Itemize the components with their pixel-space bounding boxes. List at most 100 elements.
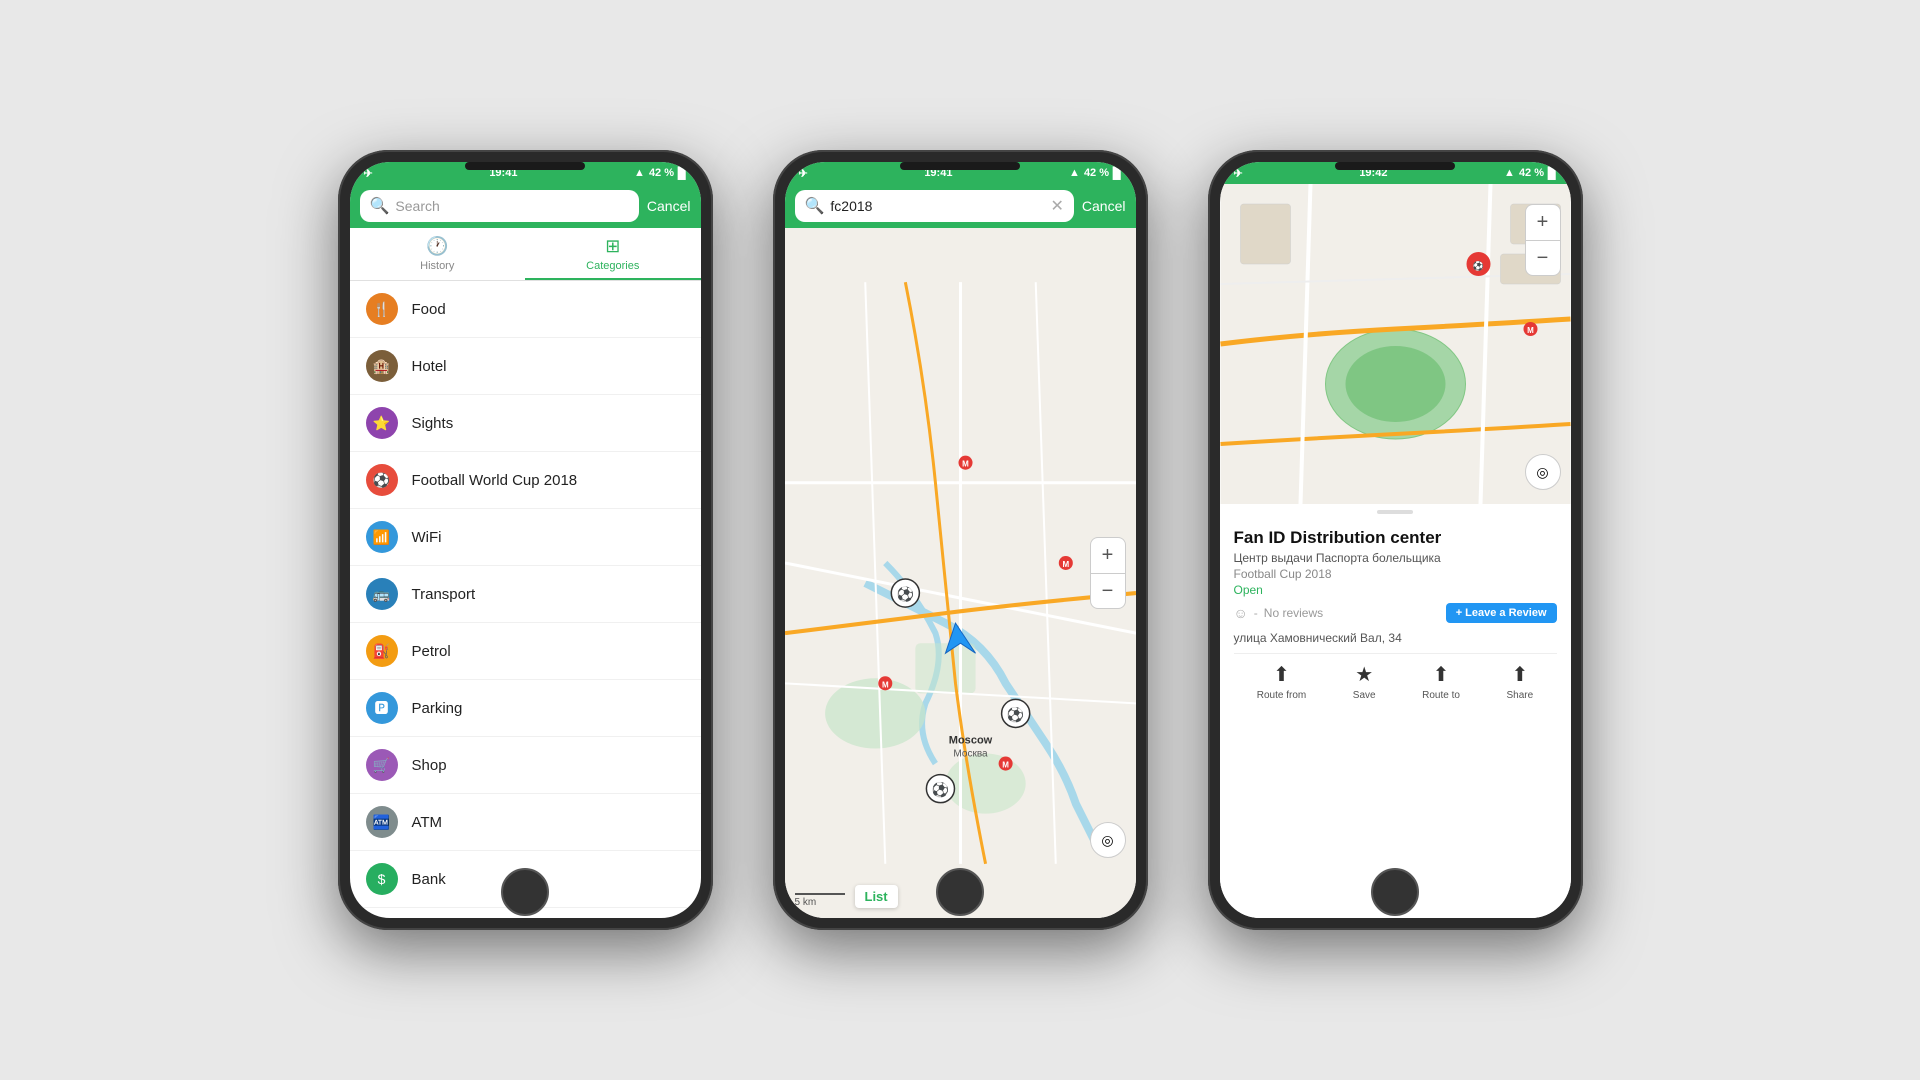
detail-map-svg-3: ⚽ M [1220,184,1571,504]
svg-text:⚽: ⚽ [1005,706,1023,723]
phone-2: ✈ 19:41 ▲ 42 % ▉ 🔍 fc2018 ✕ Cancel [773,150,1148,930]
list-item[interactable]: 🚌 Transport [350,566,701,623]
share-button-3[interactable]: ⬆ Share [1506,662,1533,701]
save-label-3: Save [1353,690,1376,701]
phone-notch-2 [900,162,1020,170]
search-input-wrap-1[interactable]: 🔍 Search [360,190,639,222]
status-battery-icon-2: ▉ [1113,167,1121,180]
football-icon: ⚽ [366,464,398,496]
list-item[interactable]: 🏨 Hotel [350,338,701,395]
detail-panel-3: Fan ID Distribution center Центр выдачи … [1220,514,1571,918]
review-text-3: No reviews [1264,606,1323,620]
sights-icon: ⭐ [366,407,398,439]
map-scale-2: 5 km [795,893,845,908]
status-right-2: ▲ 42 % ▉ [1069,167,1121,180]
locate-me-button-3[interactable]: ◎ [1525,454,1561,490]
svg-text:M: M [1002,761,1009,770]
list-item[interactable]: 📶 WiFi [350,509,701,566]
phone-notch [465,162,585,170]
status-signal-1: ▲ [634,167,645,179]
category-label-food: Food [412,301,446,318]
phone-home-button-3[interactable] [1371,868,1419,916]
detail-map-3[interactable]: ⚽ M + − ◎ [1220,184,1571,504]
detail-reviews-row-3: ☺ - No reviews + Leave a Review [1234,603,1557,623]
svg-text:Moscow: Moscow [948,734,992,746]
status-battery-icon-1: ▉ [678,167,686,180]
zoom-in-button-3[interactable]: + [1525,204,1561,240]
search-cancel-1[interactable]: Cancel [647,198,691,214]
hotel-icon: 🏨 [366,350,398,382]
locate-me-button-2[interactable]: ◎ [1090,822,1126,858]
svg-text:⚽: ⚽ [930,782,948,799]
route-to-label-3: Route to [1422,690,1460,701]
map-scale-line-2 [795,893,845,895]
map-zoom-controls-2: + − [1090,537,1126,609]
svg-text:Москва: Москва [953,749,988,760]
category-label-petrol: Petrol [412,643,451,660]
list-item[interactable]: 🛒 Shop [350,737,701,794]
tabs-row-1: 🕐 History ⊞ Categories [350,228,701,281]
list-item[interactable]: 🅿 Parking [350,680,701,737]
map-container-2[interactable]: ⚽ ⚽ ⚽ M M M M Moscow Москва [785,228,1136,918]
parking-icon: 🅿 [366,692,398,724]
tab-history-label: History [420,260,454,272]
status-battery-1: 42 % [649,167,674,179]
zoom-out-button-2[interactable]: − [1090,573,1126,609]
search-icon-1: 🔍 [370,196,390,216]
category-label-transport: Transport [412,586,476,603]
food-icon: 🍴 [366,293,398,325]
map-list-button-2[interactable]: List [855,885,898,908]
phone-2-screen: ✈ 19:41 ▲ 42 % ▉ 🔍 fc2018 ✕ Cancel [785,162,1136,918]
svg-text:M: M [1527,326,1534,335]
tab-categories[interactable]: ⊞ Categories [525,228,701,280]
route-from-button-3[interactable]: ⬆ Route from [1257,662,1306,701]
petrol-icon: ⛽ [366,635,398,667]
save-button-3[interactable]: ★ Save [1353,662,1376,701]
zoom-in-button-2[interactable]: + [1090,537,1126,573]
category-label-wifi: WiFi [412,529,442,546]
route-from-label-3: Route from [1257,690,1306,701]
detail-title-3: Fan ID Distribution center [1234,528,1557,548]
status-plane-3: ✈ [1234,167,1243,180]
phone-1-screen: ✈ 19:41 ▲ 42 % ▉ 🔍 Search Cancel 🕐 Histo… [350,162,701,918]
list-item[interactable]: ⛽ Petrol [350,623,701,680]
tab-categories-label: Categories [586,260,639,272]
list-item[interactable]: ⚽ Football World Cup 2018 [350,452,701,509]
svg-text:M: M [962,460,969,469]
detail-address-3: улица Хамовнический Вал, 34 [1234,631,1557,654]
category-label-parking: Parking [412,700,463,717]
search-cancel-2[interactable]: Cancel [1082,198,1126,214]
save-icon-3: ★ [1355,662,1373,687]
list-item[interactable]: ⭐ Sights [350,395,701,452]
route-to-icon-3: ⬆ [1433,662,1450,687]
list-item[interactable]: 🏧 ATM [350,794,701,851]
status-battery-2: 42 % [1084,167,1109,179]
route-to-button-3[interactable]: ⬆ Route to [1422,662,1460,701]
status-signal-2: ▲ [1069,167,1080,179]
phone-3: ✈ 19:42 ▲ 42 % ▉ [1208,150,1583,930]
search-clear-icon-2[interactable]: ✕ [1051,196,1064,216]
search-bar-2: 🔍 fc2018 ✕ Cancel [785,184,1136,228]
search-bar-1: 🔍 Search Cancel [350,184,701,228]
search-placeholder-1: Search [395,198,439,214]
search-value-2: fc2018 [830,198,872,214]
transport-icon: 🚌 [366,578,398,610]
phone-home-button-1[interactable] [501,868,549,916]
tab-history[interactable]: 🕐 History [350,228,526,280]
status-plane-2: ✈ [799,167,808,180]
atm-icon: 🏧 [366,806,398,838]
search-input-wrap-2[interactable]: 🔍 fc2018 ✕ [795,190,1074,222]
wifi-icon: 📶 [366,521,398,553]
detail-map-zoom-3: + − [1525,204,1561,276]
share-icon-3: ⬆ [1511,662,1528,687]
status-battery-3: 42 % [1519,167,1544,179]
leave-review-button-3[interactable]: + Leave a Review [1446,603,1557,623]
svg-text:M: M [1062,560,1069,569]
zoom-out-button-3[interactable]: − [1525,240,1561,276]
list-item[interactable]: 🍴 Food [350,281,701,338]
phone-home-button-2[interactable] [936,868,984,916]
bank-icon: $ [366,863,398,895]
status-plane-1: ✈ [364,167,373,180]
history-icon: 🕐 [426,236,448,257]
category-label-atm: ATM [412,814,443,831]
